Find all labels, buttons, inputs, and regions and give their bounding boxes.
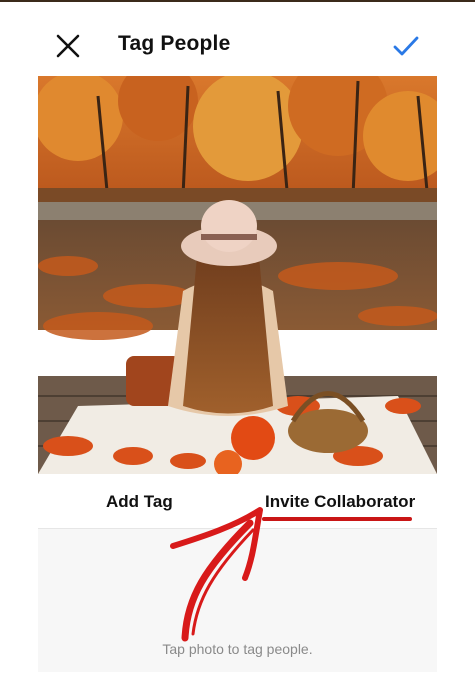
page-title: Tag People [118,32,231,55]
header-bar: Tag People [0,2,475,76]
tab-invite-collaborator[interactable]: Invite Collaborator [265,492,415,512]
checkmark-icon [393,36,419,56]
autumn-photo-image [38,76,437,474]
tab-highlight-underline [262,517,412,521]
close-icon [56,34,80,58]
close-button[interactable] [52,30,84,62]
done-button[interactable] [389,31,423,61]
red-arrow-icon [170,507,263,642]
tab-add-tag[interactable]: Add Tag [106,492,173,512]
tag-photo[interactable] [38,76,437,474]
